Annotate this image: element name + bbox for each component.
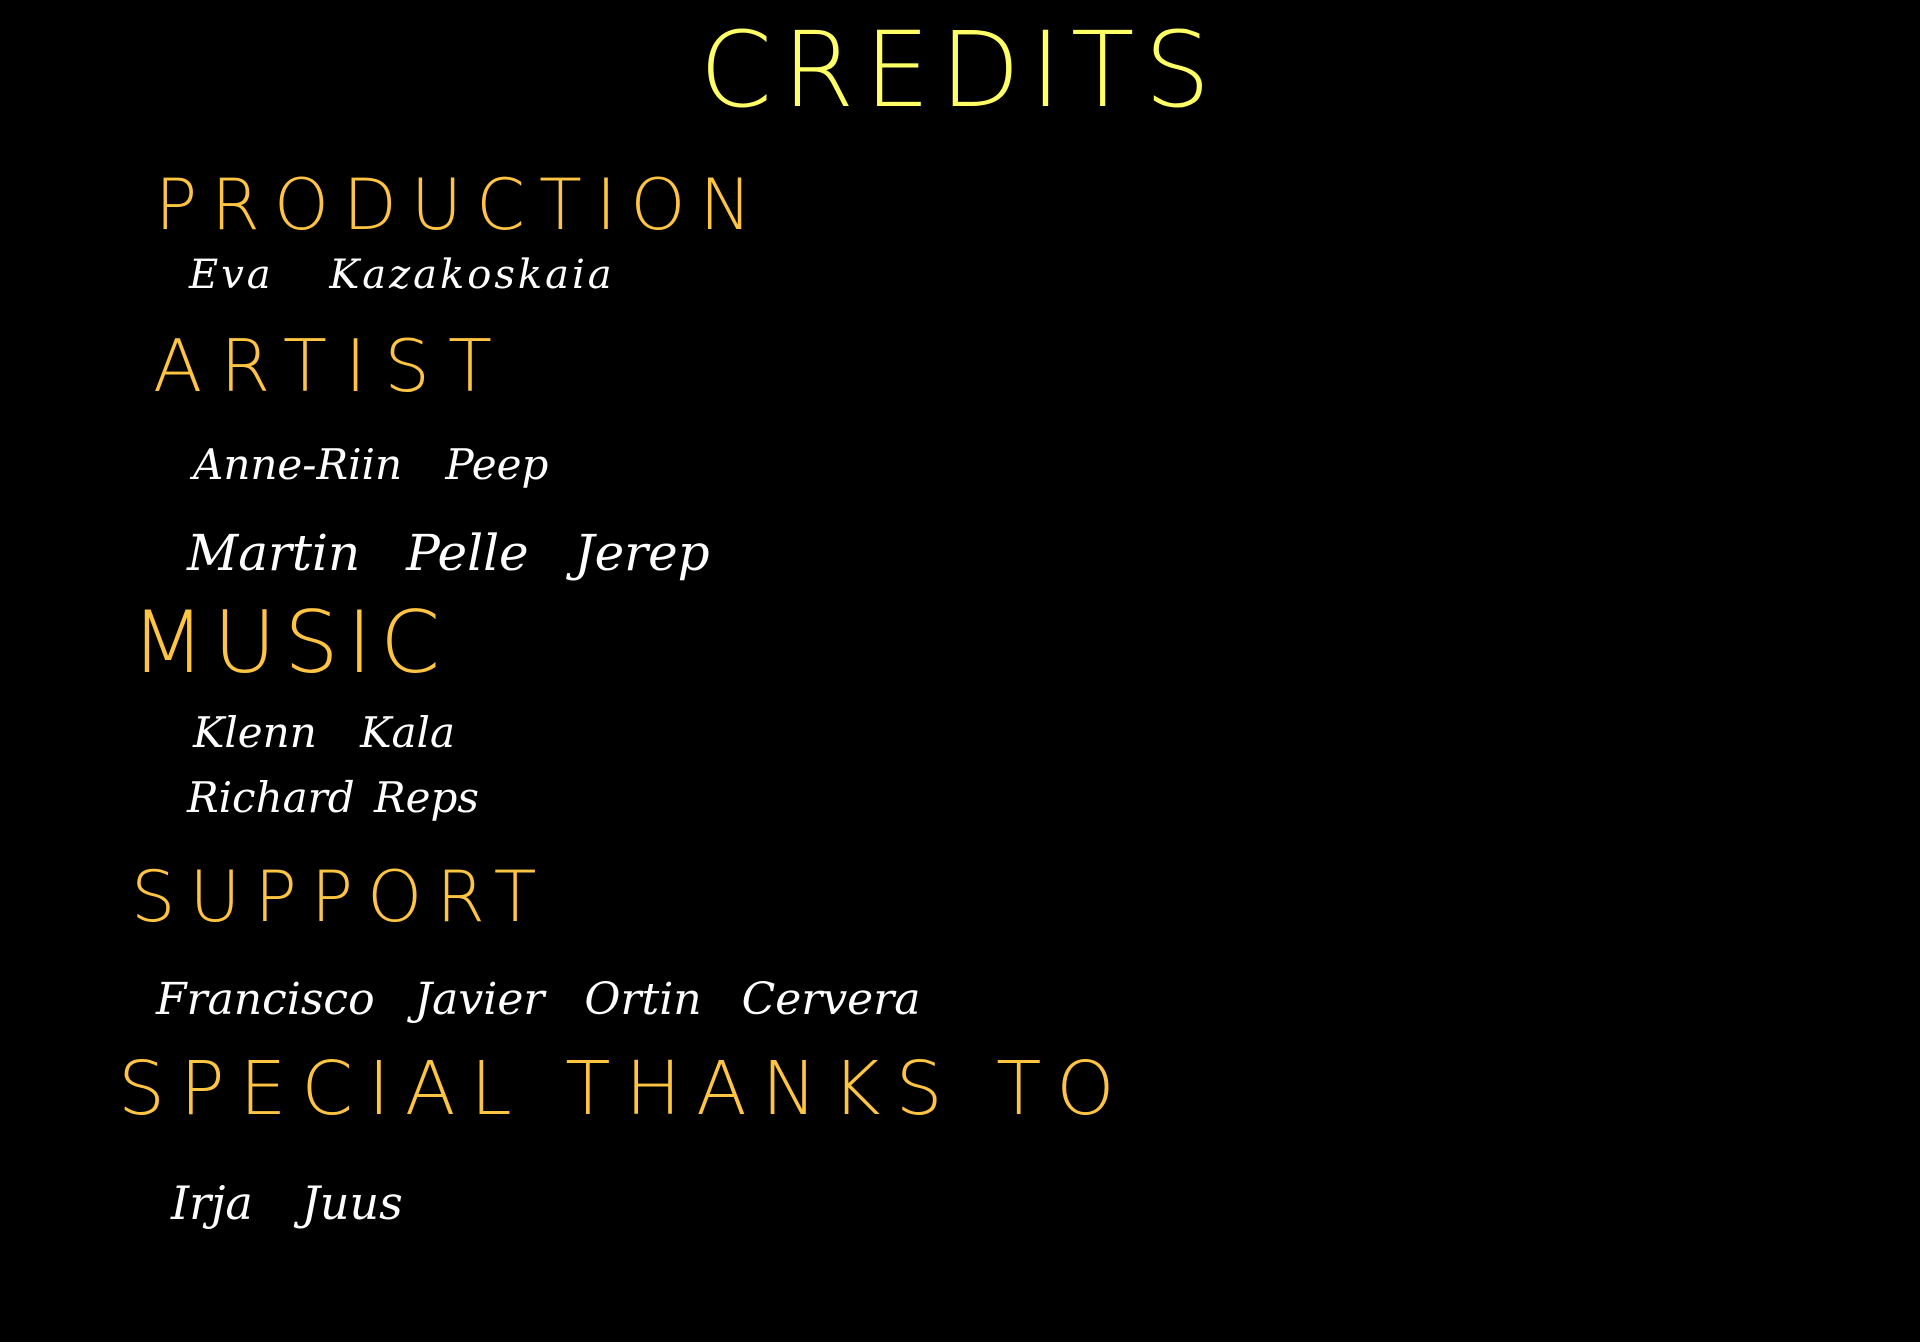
credit-name: Francisco Javier Ortin Cervera bbox=[156, 974, 921, 1025]
section-heading-special-thanks: SPECIAL THANKS TO bbox=[118, 1046, 1130, 1132]
credits-title: CREDITS bbox=[699, 9, 1221, 131]
credit-name: Anne-Riin Peep bbox=[193, 440, 549, 489]
section-heading-support: SUPPORT bbox=[131, 856, 551, 938]
credits-screen: CREDITS PRODUCTION Eva Kazakoskaia ARTIS… bbox=[0, 0, 1920, 1342]
section-heading-music: MUSIC bbox=[131, 593, 449, 693]
section-heading-artist: ARTIST bbox=[153, 324, 510, 408]
credit-name: Martin Pelle Jerep bbox=[187, 524, 710, 582]
credit-name: Irja Juus bbox=[171, 1176, 403, 1230]
credit-name: Richard Reps bbox=[187, 773, 479, 822]
credit-name: Eva Kazakoskaia bbox=[189, 252, 615, 298]
credit-name: Klenn Kala bbox=[193, 708, 456, 757]
section-heading-production: PRODUCTION bbox=[155, 164, 766, 246]
